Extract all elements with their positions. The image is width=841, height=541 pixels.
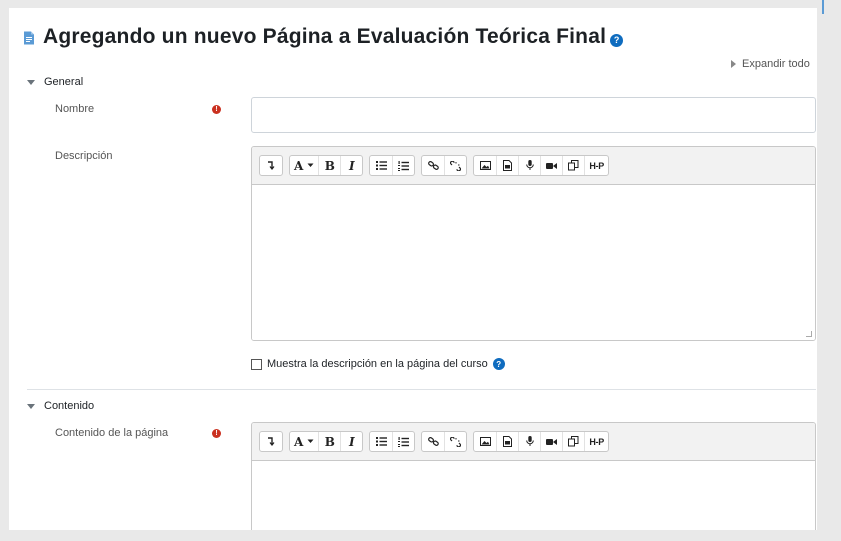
bold-button[interactable]: B <box>318 156 340 175</box>
video-camera-icon <box>546 438 558 445</box>
video-camera-icon <box>546 162 558 169</box>
help-icon[interactable]: ? <box>492 358 505 370</box>
ordered-list-icon <box>398 160 410 171</box>
name-input[interactable] <box>251 97 816 133</box>
bold-button[interactable]: B <box>318 432 340 451</box>
link-icon <box>427 437 439 446</box>
description-editor[interactable]: A B I H-P <box>251 146 816 341</box>
show-description-label: Muestra la descripción en la página del … <box>267 358 488 370</box>
show-description-checkbox[interactable] <box>251 358 262 370</box>
copy-files-icon <box>568 436 579 447</box>
image-icon <box>479 437 491 446</box>
insert-h5p-button[interactable]: H-P <box>584 432 608 451</box>
record-audio-button[interactable] <box>518 156 540 175</box>
unlink-button[interactable] <box>444 156 466 175</box>
caret-right-icon <box>731 60 736 68</box>
insert-image-button[interactable] <box>474 156 496 175</box>
page-content-editor[interactable]: A B I H-P <box>251 422 816 530</box>
ordered-list-icon <box>398 436 410 447</box>
page-content-label: Contenido de la página <box>55 427 169 439</box>
font-style-button[interactable]: A <box>290 156 318 175</box>
toolbar-toggle-button[interactable] <box>260 432 282 451</box>
unlink-button[interactable] <box>444 432 466 451</box>
microphone-icon <box>526 436 534 446</box>
section-title-content: Contenido <box>44 400 95 412</box>
chevron-down-icon <box>307 163 314 167</box>
unordered-list-icon <box>375 161 387 170</box>
chevron-down-icon <box>307 439 314 443</box>
manage-files-button[interactable] <box>562 156 584 175</box>
description-editor-area[interactable] <box>252 185 815 340</box>
font-style-button[interactable]: A <box>290 432 318 451</box>
media-file-icon <box>503 436 513 447</box>
description-toolbar: A B I H-P <box>252 147 815 185</box>
manage-files-button[interactable] <box>562 432 584 451</box>
italic-button[interactable]: I <box>340 432 362 451</box>
expand-all-label: Expandir todo <box>742 58 810 70</box>
insert-media-button[interactable] <box>496 432 518 451</box>
toolbar-toggle-icon <box>268 161 275 170</box>
record-audio-button[interactable] <box>518 432 540 451</box>
required-icon: ! <box>212 105 221 114</box>
scrollbar-indicator[interactable] <box>822 0 824 14</box>
italic-button[interactable]: I <box>340 156 362 175</box>
page-icon <box>24 31 34 45</box>
page-header: Agregando un nuevo Página a Evaluación T… <box>23 22 624 52</box>
insert-h5p-button[interactable]: H-P <box>584 156 608 175</box>
required-icon: ! <box>212 429 221 438</box>
link-button[interactable] <box>422 156 444 175</box>
section-toggle-general[interactable]: General <box>27 76 83 88</box>
description-label: Descripción <box>55 150 113 162</box>
unordered-list-icon <box>375 437 387 446</box>
caret-down-icon <box>27 403 35 409</box>
toolbar-toggle-icon <box>268 437 275 446</box>
expand-all-link[interactable]: Expandir todo <box>731 58 810 70</box>
image-icon <box>479 161 491 170</box>
section-toggle-content[interactable]: Contenido <box>27 400 94 412</box>
link-icon <box>427 161 439 170</box>
unordered-list-button[interactable] <box>370 156 392 175</box>
section-title-general: General <box>44 76 84 88</box>
page-content-toolbar: A B I H-P <box>252 423 815 461</box>
link-button[interactable] <box>422 432 444 451</box>
page-title: Agregando un nuevo Página a Evaluación T… <box>43 25 607 48</box>
page-container: Agregando un nuevo Página a Evaluación T… <box>9 8 817 530</box>
media-file-icon <box>503 160 513 171</box>
record-video-button[interactable] <box>540 156 562 175</box>
insert-media-button[interactable] <box>496 156 518 175</box>
unordered-list-button[interactable] <box>370 432 392 451</box>
section-divider <box>27 389 816 390</box>
copy-files-icon <box>568 160 579 171</box>
unlink-icon <box>450 160 462 171</box>
name-label: Nombre <box>55 103 95 115</box>
record-video-button[interactable] <box>540 432 562 451</box>
unlink-icon <box>450 436 462 447</box>
caret-down-icon <box>27 79 35 85</box>
page-content-editor-area[interactable] <box>252 461 815 530</box>
microphone-icon <box>526 160 534 170</box>
insert-image-button[interactable] <box>474 432 496 451</box>
ordered-list-button[interactable] <box>392 156 414 175</box>
help-icon[interactable]: ? <box>610 33 624 47</box>
resize-handle-icon[interactable] <box>806 331 812 337</box>
show-description-option[interactable]: Muestra la descripción en la página del … <box>251 358 505 370</box>
ordered-list-button[interactable] <box>392 432 414 451</box>
toolbar-toggle-button[interactable] <box>260 156 282 175</box>
